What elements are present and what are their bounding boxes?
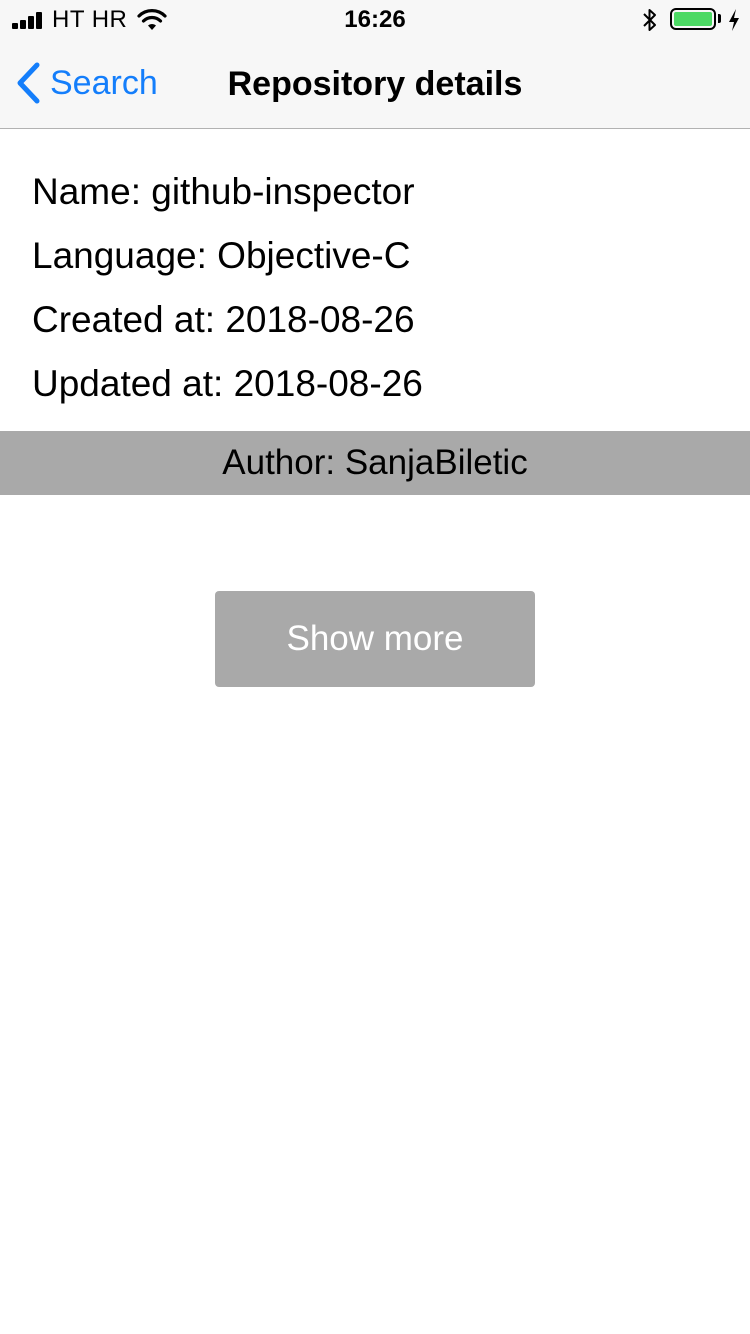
repo-created-at: Created at: 2018-08-26 bbox=[32, 299, 415, 340]
status-time: 16:26 bbox=[344, 6, 406, 33]
repository-details: Name: github-inspector Language: Objecti… bbox=[32, 160, 423, 416]
show-more-button[interactable]: Show more bbox=[215, 591, 535, 687]
repo-updated-at: Updated at: 2018-08-26 bbox=[32, 363, 423, 404]
battery-level-fill bbox=[674, 12, 712, 26]
repo-name: Name: github-inspector bbox=[32, 171, 415, 212]
battery-icon bbox=[670, 8, 716, 30]
author-label: Author: SanjaBiletic bbox=[0, 431, 750, 495]
status-bar: HT HR 16:26 bbox=[0, 0, 750, 40]
battery-tip bbox=[718, 14, 721, 23]
charging-icon bbox=[729, 9, 739, 31]
bluetooth-icon bbox=[643, 9, 656, 31]
navigation-bar: Search Repository details bbox=[0, 40, 750, 129]
repo-language: Language: Objective-C bbox=[32, 235, 411, 276]
page-title: Repository details bbox=[227, 65, 523, 103]
